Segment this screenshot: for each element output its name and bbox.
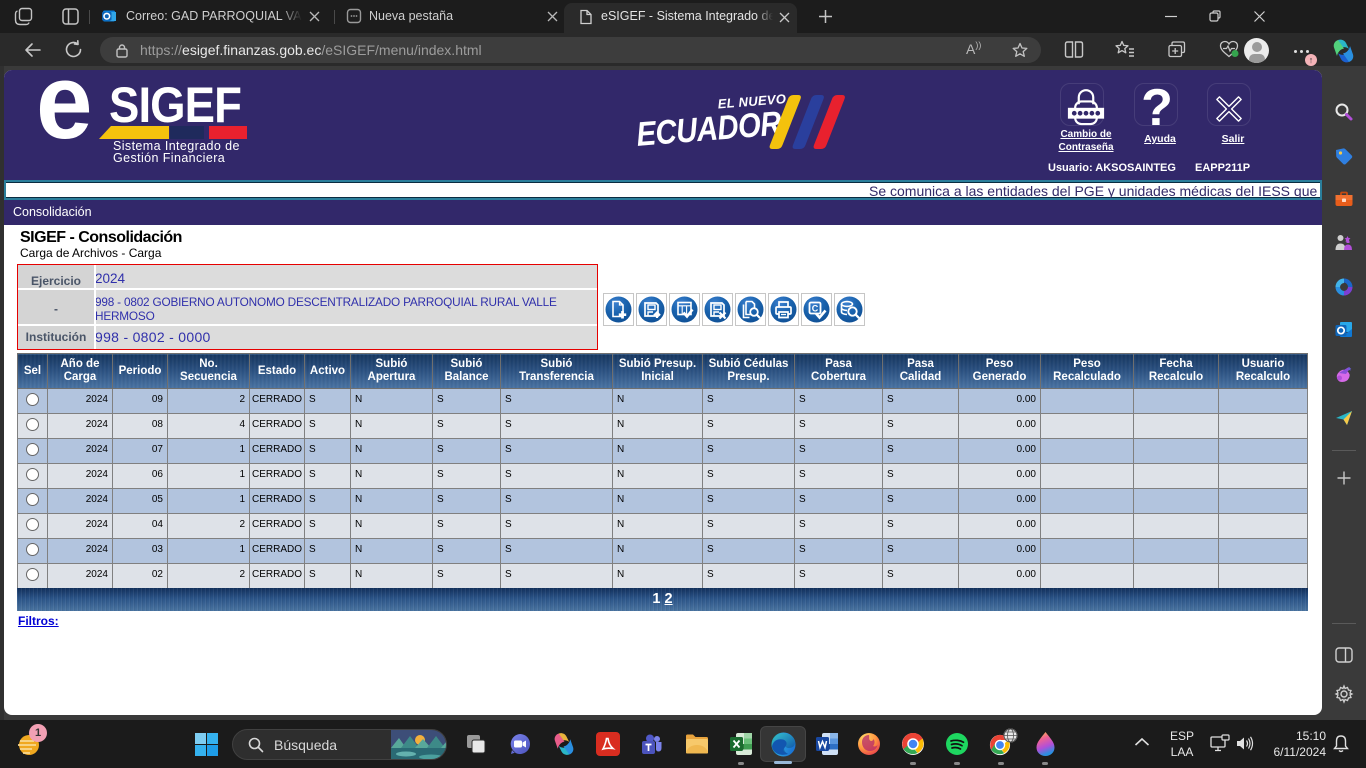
svg-text:C: C [812, 304, 819, 314]
